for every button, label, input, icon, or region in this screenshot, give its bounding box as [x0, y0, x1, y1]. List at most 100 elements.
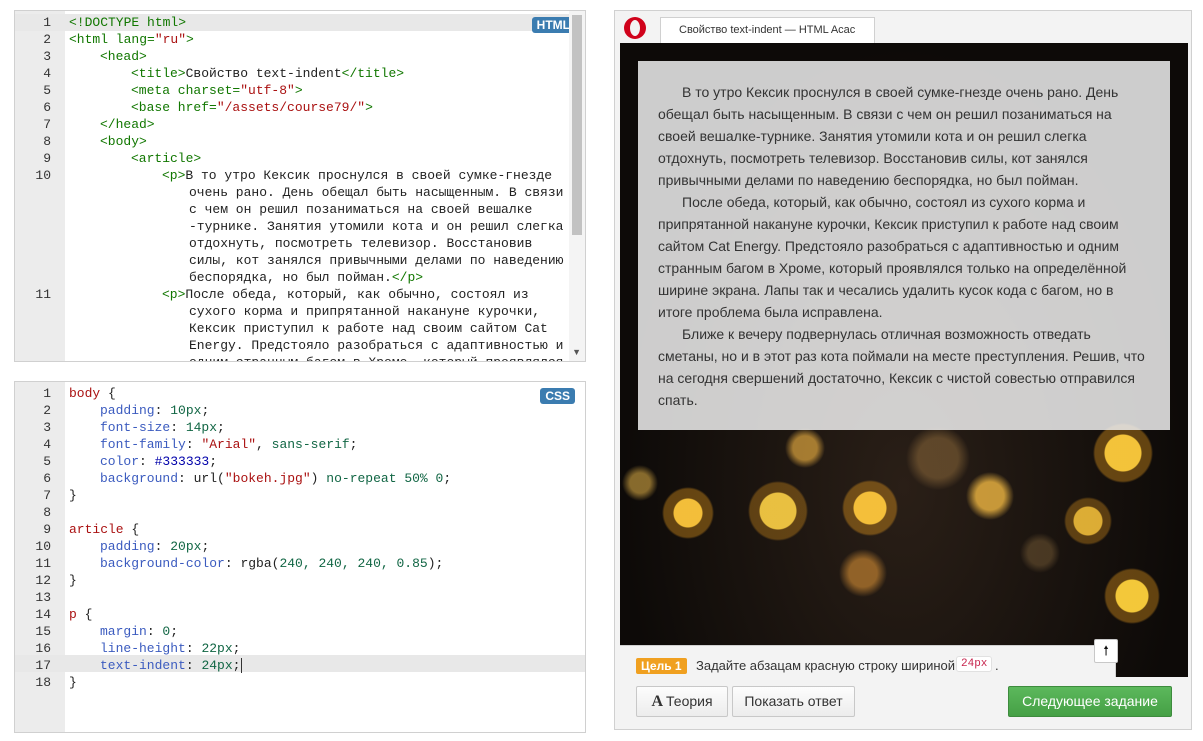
code-line: <article> [131, 151, 202, 166]
code-line: </head> [100, 117, 155, 132]
code-token: margin [100, 624, 147, 639]
code-token: > [186, 32, 194, 47]
html-code-area[interactable]: 1 <!DOCTYPE html> 2 <html lang="ru"> 3 <hea… [15, 11, 585, 361]
code-token: "bokeh.jpg" [224, 471, 311, 486]
browser-tab[interactable]: Свойство text-indent — HTML Acac [660, 17, 875, 43]
preview-article: В то утро Кексик проснулся в своей сумке… [638, 61, 1170, 430]
css-code-area[interactable]: 1 body { 2 padding: 10px; 3 font-size: 14px… [35, 382, 567, 732]
code-token: padding [100, 403, 155, 418]
line-number: 2 [43, 32, 51, 47]
line-number: 17 [35, 658, 51, 673]
code-token: rgba( [240, 556, 280, 571]
next-task-button[interactable]: Следующее задание [1008, 686, 1172, 717]
code-token: <base href= [131, 100, 217, 115]
code-token: 0 [162, 624, 171, 639]
html-scrollbar[interactable]: ▼ [569, 11, 585, 361]
code-token: p [69, 607, 77, 622]
code-token: > [365, 100, 373, 115]
code-token: color [100, 454, 140, 469]
line-number: 1 [43, 386, 51, 401]
code-token: ) [310, 471, 319, 486]
opera-logo-icon [624, 17, 646, 39]
arrow-up-icon: 🠕 [1103, 643, 1109, 658]
code-line: <body> [100, 134, 147, 149]
line-number: 9 [43, 522, 51, 537]
code-token: После обеда, который, как обычно, состоя… [185, 287, 529, 302]
browser-tabbar: Свойство text-indent — HTML Acac [615, 11, 1191, 43]
code-line: сухого корма и припрятанной накануне кур… [189, 304, 541, 319]
code-token: 0 [435, 471, 444, 486]
code-token: font-family [100, 437, 186, 452]
code-token: 22px [201, 641, 233, 656]
html-editor[interactable]: 1 <!DOCTYPE html> 2 <html lang="ru"> 3 <hea… [14, 10, 586, 362]
code-token: </title> [341, 66, 405, 81]
code-line: силы, кот занялся привычными делами по н… [189, 253, 564, 268]
css-editor[interactable]: 1 body { 2 padding: 10px; 3 font-size: 14px… [14, 381, 586, 733]
code-token: "ru" [154, 32, 187, 47]
line-number: 5 [43, 454, 51, 469]
line-number: 16 [35, 641, 51, 656]
browser-preview: Свойство text-indent — HTML Acac В то ут… [614, 10, 1192, 730]
line-number: 13 [35, 590, 51, 605]
code-line: одним странным багом в Хроме, который пр… [189, 354, 563, 361]
task-bar: Цель 1 Задайте абзацам красную строку ши… [620, 645, 1116, 677]
code-token: { [123, 522, 140, 537]
line-number: 11 [35, 556, 51, 571]
code-token: { [100, 386, 116, 401]
code-token: <title> [131, 66, 186, 81]
theory-button[interactable]: A Теория [636, 686, 728, 717]
code-token: "/assets/course79/" [216, 100, 366, 115]
code-token: article [69, 522, 124, 537]
line-number: 7 [43, 488, 51, 503]
css-badge: CSS [540, 388, 575, 404]
code-token: <html lang= [69, 32, 155, 47]
code-token: </p> [391, 270, 424, 285]
code-token: "utf-8" [240, 83, 295, 98]
code-token: line-height [100, 641, 186, 656]
line-number: 3 [43, 49, 51, 64]
line-number: 15 [35, 624, 51, 639]
line-number: 10 [35, 539, 51, 554]
scroll-thumb[interactable] [572, 15, 582, 235]
code-line: очень рано. День обещал быть насыщенным.… [189, 185, 564, 200]
code-token: background [100, 471, 179, 486]
code-token: Свойство text-indent [185, 66, 342, 81]
line-number: 4 [43, 66, 51, 81]
goal-end: . [995, 658, 999, 673]
code-token: 10px [170, 403, 202, 418]
code-token: no-repeat [326, 471, 397, 486]
code-line: Кексик приступил к работе над своим сайт… [189, 321, 548, 336]
preview-paragraph: После обеда, который, как обычно, состоя… [658, 194, 1127, 320]
goal-code: 24px [956, 656, 993, 672]
code-token: 24px [201, 658, 233, 673]
scroll-down-icon[interactable]: ▼ [572, 347, 581, 357]
code-token: > [294, 83, 303, 98]
code-token: <p> [162, 168, 186, 183]
theory-label: Теория [666, 693, 713, 709]
line-number: 1 [43, 15, 51, 30]
line-number: 7 [43, 117, 51, 132]
line-number: 11 [35, 287, 51, 302]
line-number: 4 [43, 437, 51, 452]
theory-icon: A [651, 693, 664, 710]
line-number: 18 [35, 675, 51, 690]
code-line: отдохнуть, посмотреть телевизор. Восстан… [189, 236, 533, 251]
code-token: <p> [162, 287, 186, 302]
line-number: 5 [43, 83, 51, 98]
line-number: 3 [43, 420, 51, 435]
show-answer-button[interactable]: Показать ответ [732, 686, 855, 717]
code-token: { [76, 607, 93, 622]
code-token: "Arial" [201, 437, 257, 452]
code-line: -турнике. Занятия утомили кота и он реши… [189, 219, 564, 234]
code-line: с чем он решил позаниматься на своей веш… [189, 202, 533, 217]
line-number: 6 [43, 471, 51, 486]
collapse-task-button[interactable]: 🠕 [1094, 639, 1118, 663]
code-line: Energy. Предстояло разобраться с адаптив… [189, 338, 564, 353]
code-token: body [69, 386, 101, 401]
code-token: 50% [404, 471, 428, 486]
goal-text: Задайте абзацам красную строку шириной [696, 658, 956, 673]
code-token: padding [100, 539, 155, 554]
code-token: font-size [100, 420, 171, 435]
code-token: #333333 [154, 454, 210, 469]
preview-paragraph: В то утро Кексик проснулся в своей сумке… [658, 84, 1119, 188]
